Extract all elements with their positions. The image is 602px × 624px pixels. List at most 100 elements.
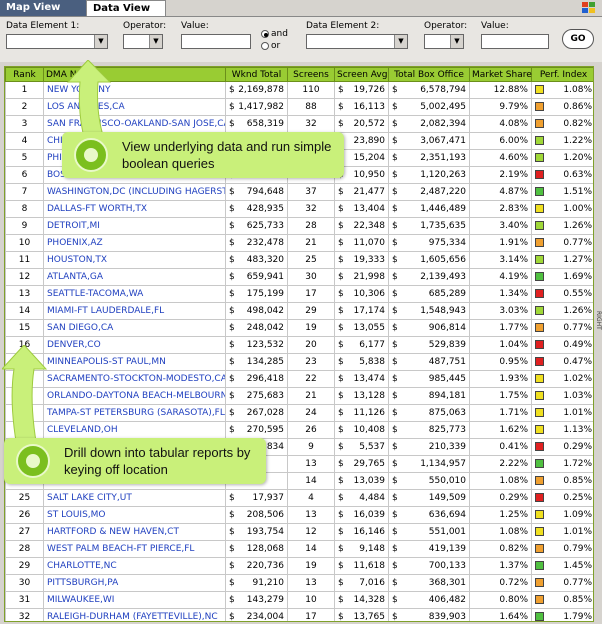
operator-select[interactable]: ▼	[123, 34, 163, 49]
dma-name-link[interactable]: TAMPA-ST PETERSBURG (SARASOTA),FL	[43, 404, 226, 422]
table-row[interactable]: 9 DETROIT,MI $625,733 28 $22,348 $1,735,635 3.…	[5, 217, 593, 235]
table-row[interactable]: 12 ATLANTA,GA $659,941 30 $21,998 $2,139,493 4…	[5, 268, 593, 286]
dma-name-link[interactable]: RALEIGH-DURHAM (FAYETTEVILLE),NC	[43, 608, 226, 621]
table-row[interactable]: 15 SAN DIEGO,CA $248,042 19 $13,055 $906,814 1…	[5, 319, 593, 337]
wknd-total-cell: $625,733	[225, 217, 288, 235]
col-header-rank[interactable]: Rank	[5, 67, 44, 82]
tab-map-view[interactable]: Map View	[0, 0, 86, 16]
rank-cell: 11	[5, 251, 44, 269]
dma-name-link[interactable]: SEATTLE-TACOMA,WA	[43, 285, 226, 303]
col-header-wknd-total[interactable]: Wknd Total	[225, 67, 288, 82]
screens-cell: 13	[287, 506, 335, 524]
table-row[interactable]: 18SACRAMENTO-STOCKTON-MODESTO,CA$296,418…	[5, 370, 593, 388]
dma-name-link[interactable]: ST LOUIS,MO	[43, 506, 226, 524]
total-box-office-cell: $875,063	[388, 404, 470, 422]
table-row[interactable]: 26 ST LOUIS,MO $208,506 13 $16,039 $636,694 1.…	[5, 506, 593, 524]
screens-cell: 22	[287, 370, 335, 388]
perf-index-cell: 1.27%	[531, 251, 593, 269]
or-radio[interactable]: or	[261, 41, 280, 51]
dma-name-link[interactable]: WASHINGTON,DC (INCLUDING HAGERSTOWN)	[43, 183, 226, 201]
perf-indicator-icon	[535, 187, 544, 196]
screen-avg-cell: $21,477	[334, 183, 389, 201]
screen-avg-cell: $7,016	[334, 574, 389, 592]
perf-indicator-icon	[535, 544, 544, 553]
dma-name-link[interactable]: DENVER,CO	[43, 336, 226, 354]
wknd-total-cell: $128,068	[225, 540, 288, 558]
operator-2-select[interactable]: ▼	[424, 34, 464, 49]
side-panel-toggle[interactable]: RIGHT	[594, 290, 602, 350]
perf-index-cell: 1.00%	[531, 200, 593, 218]
table-row[interactable]: 13 SEATTLE-TACOMA,WA $175,199 17 $10,306 $685…	[5, 285, 593, 303]
table-row[interactable]: 14 MIAMI-FT LAUDERDALE,FL $498,042 29 $17,17…	[5, 302, 593, 320]
rank-cell: 6	[5, 166, 44, 184]
dma-name-link[interactable]: SACRAMENTO-STOCKTON-MODESTO,CA	[43, 370, 226, 388]
data-element-1-select[interactable]: ▼	[6, 34, 108, 49]
wknd-total-cell: $193,754	[225, 523, 288, 541]
total-box-office-cell: $406,482	[388, 591, 470, 609]
col-header-screen-avg[interactable]: Screen Avg	[334, 67, 389, 82]
dma-name-link[interactable]: DETROIT,MI	[43, 217, 226, 235]
dma-name-link[interactable]: ORLANDO-DAYTONA BEACH-MELBOURNE,FL	[43, 387, 226, 405]
table-row[interactable]: 32 RALEIGH-DURHAM (FAYETTEVILLE),NC $234,0…	[5, 608, 593, 621]
value-input[interactable]	[181, 34, 251, 49]
table-row[interactable]: 11 HOUSTON,TX $483,320 25 $19,333 $1,605,656 3…	[5, 251, 593, 269]
dma-name-link[interactable]: HOUSTON,TX	[43, 251, 226, 269]
table-row[interactable]: 7WASHINGTON,DC (INCLUDING HAGERSTOWN)$79…	[5, 183, 593, 201]
market-share-cell: 1.75%	[469, 387, 532, 405]
go-button[interactable]: GO	[562, 29, 594, 49]
tab-data-view[interactable]: Data View	[86, 0, 166, 16]
table-row[interactable]: 25 SALT LAKE CITY,UT $17,937 4 $4,484 $149,50…	[5, 489, 593, 507]
screen-avg-cell: $11,126	[334, 404, 389, 422]
dma-name-link[interactable]: MINNEAPOLIS-ST PAUL,MN	[43, 353, 226, 371]
table-row[interactable]: 28 WEST PALM BEACH-FT PIERCE,FL $128,068 14…	[5, 540, 593, 558]
screen-avg-cell: $29,765	[334, 455, 389, 473]
total-box-office-cell: $368,301	[388, 574, 470, 592]
perf-index-cell: 1.51%	[531, 183, 593, 201]
table-row[interactable]: 20TAMPA-ST PETERSBURG (SARASOTA),FL$267,…	[5, 404, 593, 422]
dma-name-link[interactable]: SALT LAKE CITY,UT	[43, 489, 226, 507]
screens-cell: 30	[287, 268, 335, 286]
dma-name-link[interactable]: PITTSBURGH,PA	[43, 574, 226, 592]
callout-drilldown-text: Drill down into tabular reports by keyin…	[64, 445, 251, 477]
value-2-input[interactable]	[481, 34, 549, 49]
dma-name-link[interactable]: ATLANTA,GA	[43, 268, 226, 286]
col-header-screens[interactable]: Screens	[287, 67, 335, 82]
data-element-2-select[interactable]: ▼	[306, 34, 408, 49]
dma-name-link[interactable]: SAN DIEGO,CA	[43, 319, 226, 337]
col-header-perf-index[interactable]: Perf. Index	[531, 67, 593, 82]
table-row[interactable]: 21CLEVELAND,OH$270,59526$10,408$825,7731…	[5, 421, 593, 439]
dma-name-link[interactable]: WEST PALM BEACH-FT PIERCE,FL	[43, 540, 226, 558]
table-row[interactable]: 29 CHARLOTTE,NC $220,736 19 $11,618 $700,133 1…	[5, 557, 593, 575]
table-row[interactable]: 19ORLANDO-DAYTONA BEACH-MELBOURNE,FL$275…	[5, 387, 593, 405]
table-row[interactable]: 27 HARTFORD & NEW HAVEN,CT $193,754 12 $16,1…	[5, 523, 593, 541]
screen-avg-cell: $14,328	[334, 591, 389, 609]
market-share-cell: 0.82%	[469, 540, 532, 558]
rank-cell: 3	[5, 115, 44, 133]
perf-index-cell: 1.22%	[531, 132, 593, 150]
wknd-total-cell: $220,736	[225, 557, 288, 575]
table-row[interactable]: 16DENVER,CO$123,53220$6,177$529,8391.04%…	[5, 336, 593, 354]
rank-cell: 10	[5, 234, 44, 252]
table-row[interactable]: 10 PHOENIX,AZ $232,478 21 $11,070 $975,334 1.9…	[5, 234, 593, 252]
table-row[interactable]: 30 PITTSBURGH,PA $91,210 13 $7,016 $368,301 0.…	[5, 574, 593, 592]
table-row[interactable]: 17MINNEAPOLIS-ST PAUL,MN$134,28523$5,838…	[5, 353, 593, 371]
screen-avg-cell: $10,306	[334, 285, 389, 303]
col-header-market-share[interactable]: Market Share	[469, 67, 532, 82]
table-row[interactable]: 31 MILWAUKEE,WI $143,279 10 $14,328 $406,482 0…	[5, 591, 593, 609]
table-row[interactable]: 8 DALLAS-FT WORTH,TX $428,935 32 $13,404 $1,4…	[5, 200, 593, 218]
total-box-office-cell: $636,694	[388, 506, 470, 524]
dma-name-link[interactable]: MILWAUKEE,WI	[43, 591, 226, 609]
perf-indicator-icon	[535, 238, 544, 247]
perf-indicator-icon	[535, 255, 544, 264]
perf-index-cell: 1.02%	[531, 370, 593, 388]
dma-name-link[interactable]: DALLAS-FT WORTH,TX	[43, 200, 226, 218]
callout-drilldown: Drill down into tabular reports by keyin…	[4, 438, 266, 484]
dma-name-link[interactable]: PHOENIX,AZ	[43, 234, 226, 252]
col-header-total-box-office[interactable]: Total Box Office	[388, 67, 470, 82]
total-box-office-cell: $839,903	[388, 608, 470, 621]
dma-name-link[interactable]: CLEVELAND,OH	[43, 421, 226, 439]
dma-name-link[interactable]: CHARLOTTE,NC	[43, 557, 226, 575]
dma-name-link[interactable]: MIAMI-FT LAUDERDALE,FL	[43, 302, 226, 320]
and-radio[interactable]: and	[261, 29, 288, 39]
dma-name-link[interactable]: HARTFORD & NEW HAVEN,CT	[43, 523, 226, 541]
